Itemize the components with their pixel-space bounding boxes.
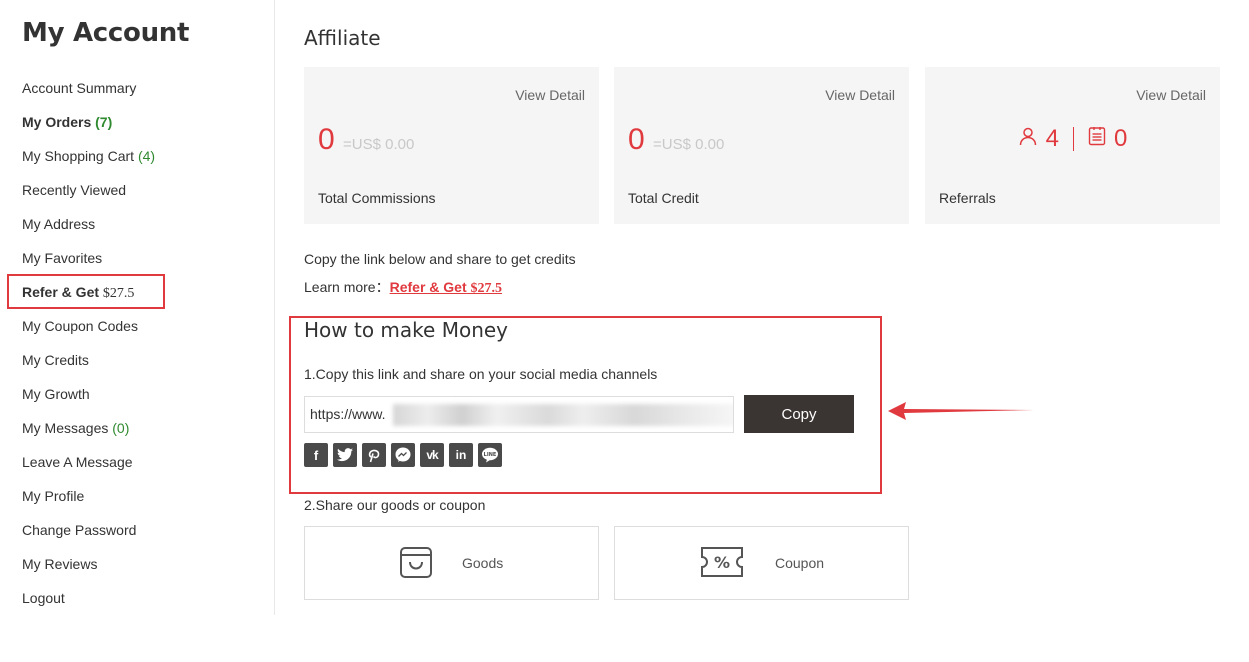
sidebar-title: My Account [22, 18, 190, 48]
social-share-bar: f vk in LINE [304, 443, 502, 467]
sidebar-item-label: My Coupon Codes [22, 318, 138, 334]
sidebar-item-my-reviews[interactable]: My Reviews [22, 547, 155, 581]
cart-count: (4) [137, 148, 156, 164]
sidebar-item-label: My Growth [22, 386, 90, 402]
sidebar-item-label: My Shopping Cart [22, 148, 135, 164]
sidebar: My Account Account Summary My Orders (7)… [0, 0, 275, 615]
commissions-value: 0 [318, 123, 335, 156]
credit-card: View Detail 0 =US$ 0.00 Total Credit [614, 67, 909, 224]
sidebar-item-label: My Credits [22, 352, 89, 368]
linkedin-icon[interactable]: in [449, 443, 473, 467]
coupon-icon: % [699, 545, 745, 584]
view-detail-link[interactable]: View Detail [1136, 87, 1206, 103]
pinterest-icon[interactable] [362, 443, 386, 467]
referral-link-field[interactable]: https://www. [304, 396, 734, 433]
referrals-card: View Detail 4 0 Referrals [925, 67, 1220, 224]
sidebar-item-my-address[interactable]: My Address [22, 207, 155, 241]
sidebar-item-label: My Reviews [22, 556, 98, 572]
facebook-icon[interactable]: f [304, 443, 328, 467]
svg-text:%: % [714, 553, 730, 572]
line-icon[interactable]: LINE [478, 443, 502, 467]
vk-icon[interactable]: vk [420, 443, 444, 467]
sidebar-item-account-summary[interactable]: Account Summary [22, 71, 155, 105]
sidebar-item-logout[interactable]: Logout [22, 581, 155, 615]
sidebar-item-label: My Favorites [22, 250, 103, 266]
learn-more-line: Learn more：Refer & Get $27.5 [304, 277, 502, 297]
credit-usd: =US$ 0.00 [653, 136, 725, 153]
credit-value: 0 [628, 123, 645, 156]
sidebar-item-my-messages[interactable]: My Messages (0) [22, 411, 155, 445]
link-blur-redaction [393, 404, 733, 426]
sidebar-item-label: My Orders [22, 114, 92, 130]
referral-link-value: https://www. [310, 406, 386, 422]
copy-button[interactable]: Copy [744, 395, 854, 433]
refer-link-text: Refer & Get [389, 279, 467, 295]
messages-count: (0) [112, 420, 130, 436]
goods-label: Goods [462, 555, 504, 571]
orders-count: (7) [95, 114, 113, 130]
sidebar-item-label: Change Password [22, 522, 137, 538]
sidebar-item-my-favorites[interactable]: My Favorites [22, 241, 155, 275]
share-intro: Copy the link below and share to get cre… [304, 251, 576, 267]
coupon-label: Coupon [775, 555, 825, 571]
sidebar-item-label: My Messages [22, 420, 109, 436]
sidebar-item-leave-message[interactable]: Leave A Message [22, 445, 155, 479]
share-goods-button[interactable]: Goods [304, 526, 599, 600]
sidebar-item-label: Recently Viewed [22, 182, 127, 198]
sidebar-item-my-profile[interactable]: My Profile [22, 479, 155, 513]
sidebar-menu: Account Summary My Orders (7) My Shoppin… [22, 71, 155, 615]
referrals-label: Referrals [939, 190, 996, 206]
view-detail-link[interactable]: View Detail [515, 87, 585, 103]
sidebar-item-shopping-cart[interactable]: My Shopping Cart (4) [22, 139, 155, 173]
referrals-count: 4 [1045, 125, 1059, 152]
sidebar-item-label: My Profile [22, 488, 85, 504]
sidebar-item-coupon-codes[interactable]: My Coupon Codes [22, 309, 155, 343]
user-icon [1018, 125, 1038, 153]
sidebar-item-change-password[interactable]: Change Password [22, 513, 155, 547]
svg-text:LINE: LINE [484, 452, 497, 458]
credit-label: Total Credit [628, 190, 699, 206]
pointer-arrow-icon [888, 402, 1034, 420]
refer-get-link[interactable]: Refer & Get $27.5 [389, 279, 503, 296]
page-title: Affiliate [304, 26, 381, 50]
twitter-icon[interactable] [333, 443, 357, 467]
sidebar-item-label: Logout [22, 590, 65, 606]
refer-amount: $27.5 [102, 286, 135, 301]
view-detail-link[interactable]: View Detail [825, 87, 895, 103]
refer-link-amount: $27.5 [470, 281, 503, 296]
step-one-text: 1.Copy this link and share on your socia… [304, 366, 658, 382]
order-list-icon [1088, 125, 1106, 153]
share-coupon-button[interactable]: % Coupon [614, 526, 909, 600]
orders-stat: 0 [1114, 125, 1128, 152]
referrals-stats: 4 0 [925, 124, 1220, 154]
sidebar-item-label: Account Summary [22, 80, 137, 96]
sidebar-item-recently-viewed[interactable]: Recently Viewed [22, 173, 155, 207]
sidebar-item-my-credits[interactable]: My Credits [22, 343, 155, 377]
commissions-label: Total Commissions [318, 190, 436, 206]
messenger-icon[interactable] [391, 443, 415, 467]
sidebar-item-refer-and-get[interactable]: Refer & Get $27.5 [22, 275, 155, 309]
step-two-text: 2.Share our goods or coupon [304, 497, 486, 513]
sidebar-item-my-orders[interactable]: My Orders (7) [22, 105, 155, 139]
sidebar-item-label: My Address [22, 216, 96, 232]
sidebar-item-label: Refer & Get [22, 284, 100, 300]
commissions-card: View Detail 0 =US$ 0.00 Total Commission… [304, 67, 599, 224]
commissions-usd: =US$ 0.00 [343, 136, 415, 153]
howto-title: How to make Money [304, 318, 509, 342]
shopping-bag-icon [399, 545, 433, 584]
sidebar-item-my-growth[interactable]: My Growth [22, 377, 155, 411]
learn-more-label: Learn more： [304, 279, 390, 295]
sidebar-item-label: Leave A Message [22, 454, 133, 470]
